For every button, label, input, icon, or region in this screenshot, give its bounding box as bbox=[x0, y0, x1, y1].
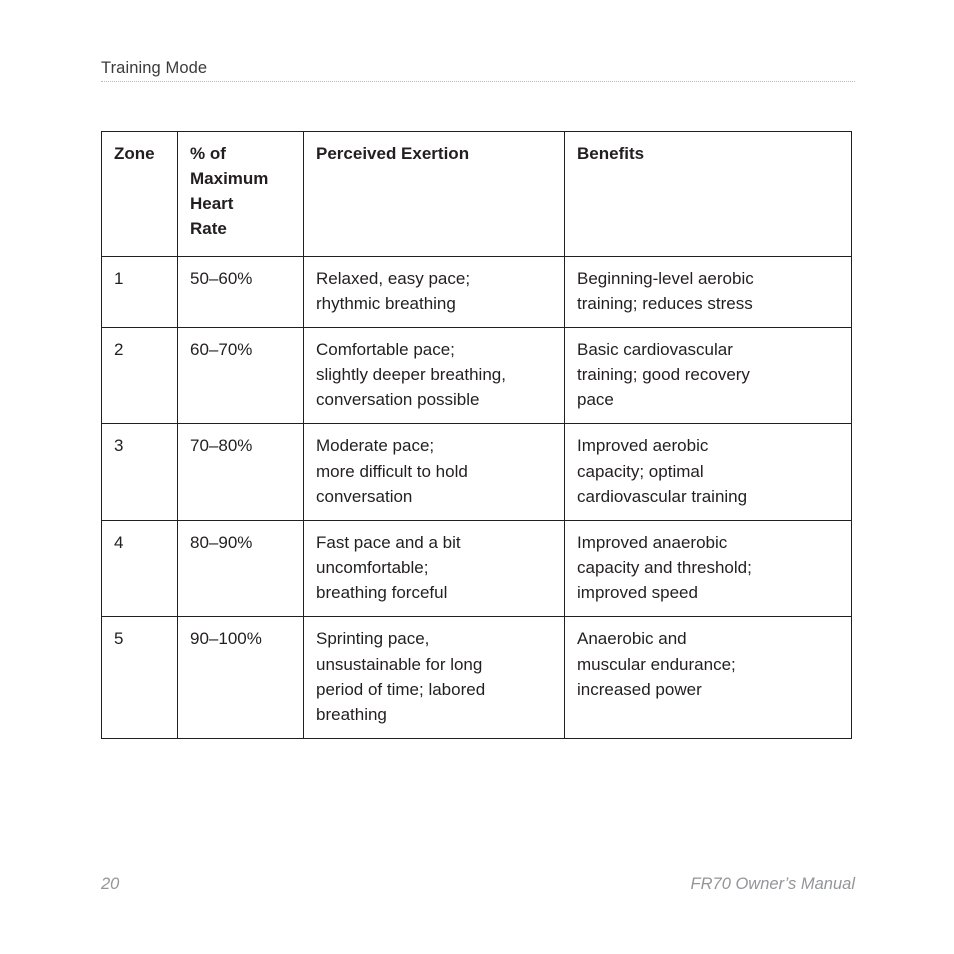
cell-percent-max-hr: 90–100% bbox=[177, 616, 304, 739]
cell-line: training; good recovery bbox=[577, 365, 750, 385]
cell-zone: 1 bbox=[101, 255, 178, 328]
cell-line: 1 bbox=[114, 268, 124, 288]
column-header-percent-line: % of bbox=[190, 144, 226, 163]
cell-line: 60–70% bbox=[190, 339, 253, 359]
cell-line: more difficult to hold bbox=[316, 461, 468, 481]
column-header-zone: Zone bbox=[101, 131, 178, 257]
cell-line: Improved anaerobic bbox=[577, 532, 728, 552]
cell-line: Anaerobic and bbox=[577, 629, 687, 649]
table-body: 1 50–60% Relaxed, easy pace; rhythmic br… bbox=[101, 255, 852, 739]
cell-zone: 3 bbox=[101, 423, 178, 521]
cell-line: Improved aerobic bbox=[577, 436, 709, 456]
cell-line: Sprinting pace, bbox=[316, 629, 430, 649]
cell-line: Relaxed, easy pace; bbox=[316, 268, 471, 288]
table-header-row: Zone % of Maximum Heart Rate Perceived E… bbox=[101, 131, 852, 257]
cell-line: uncomfortable; bbox=[316, 558, 429, 578]
table-row: 4 80–90% Fast pace and a bit uncomfortab… bbox=[101, 519, 852, 618]
cell-line: conversation possible bbox=[316, 390, 480, 410]
cell-zone: 5 bbox=[101, 616, 178, 739]
column-header-zone-line: Zone bbox=[114, 144, 155, 163]
cell-line: Comfortable pace; bbox=[316, 339, 455, 359]
cell-line: conversation bbox=[316, 486, 413, 506]
cell-line: increased power bbox=[577, 679, 702, 699]
cell-perceived-exertion: Fast pace and a bit uncomfortable; breat… bbox=[303, 519, 565, 618]
cell-benefits: Anaerobic and muscular endurance; increa… bbox=[564, 616, 852, 739]
cell-line: 90–100% bbox=[190, 629, 262, 649]
cell-line: Beginning-level aerobic bbox=[577, 268, 754, 288]
cell-percent-max-hr: 60–70% bbox=[177, 326, 304, 425]
column-header-percent-line: Heart bbox=[190, 194, 234, 214]
column-header-percent-line: Maximum bbox=[190, 169, 269, 189]
cell-line: Moderate pace; bbox=[316, 436, 435, 456]
cell-line: capacity; optimal bbox=[577, 461, 704, 481]
column-header-percent-max-hr: % of Maximum Heart Rate bbox=[177, 131, 304, 257]
table-row: 1 50–60% Relaxed, easy pace; rhythmic br… bbox=[101, 255, 852, 328]
cell-line: 70–80% bbox=[190, 436, 253, 456]
cell-percent-max-hr: 80–90% bbox=[177, 519, 304, 618]
column-header-exertion-line: Perceived Exertion bbox=[316, 144, 470, 163]
cell-line: 5 bbox=[114, 629, 124, 649]
column-header-benefits-line: Benefits bbox=[577, 144, 645, 163]
column-header-percent-line: Rate bbox=[190, 219, 227, 239]
header-divider bbox=[101, 81, 855, 83]
cell-benefits: Improved aerobic capacity; optimal cardi… bbox=[564, 423, 852, 521]
cell-percent-max-hr: 50–60% bbox=[177, 255, 304, 328]
cell-zone: 4 bbox=[101, 519, 178, 618]
cell-benefits: Improved anaerobic capacity and threshol… bbox=[564, 519, 852, 618]
running-footer: 20 FR70 Owner’s Manual bbox=[101, 872, 855, 896]
table-header: Zone % of Maximum Heart Rate Perceived E… bbox=[101, 131, 852, 257]
column-header-benefits: Benefits bbox=[564, 131, 852, 257]
cell-perceived-exertion: Moderate pace; more difficult to hold co… bbox=[303, 423, 565, 521]
cell-line: pace bbox=[577, 390, 614, 410]
cell-line: training; reduces stress bbox=[577, 293, 753, 313]
cell-line: 2 bbox=[114, 339, 124, 359]
cell-line: slightly deeper breathing, bbox=[316, 365, 506, 385]
manual-page: Training Mode Zone % of Maximum Heart Ra… bbox=[0, 0, 954, 954]
cell-line: cardiovascular training bbox=[577, 486, 748, 506]
cell-line: capacity and threshold; bbox=[577, 558, 752, 578]
cell-zone: 2 bbox=[101, 326, 178, 425]
page-title: Training Mode bbox=[101, 59, 208, 77]
table-row: 3 70–80% Moderate pace; more difficult t… bbox=[101, 423, 852, 521]
cell-line: breathing bbox=[316, 704, 387, 724]
cell-benefits: Basic cardiovascular training; good reco… bbox=[564, 326, 852, 425]
cell-perceived-exertion: Relaxed, easy pace; rhythmic breathing bbox=[303, 255, 565, 328]
cell-perceived-exertion: Comfortable pace; slightly deeper breath… bbox=[303, 326, 565, 425]
table-row: 5 90–100% Sprinting pace, unsustainable … bbox=[101, 616, 852, 739]
heart-rate-zone-table: Zone % of Maximum Heart Rate Perceived E… bbox=[101, 131, 852, 739]
cell-line: 4 bbox=[114, 532, 124, 552]
cell-line: improved speed bbox=[577, 583, 698, 603]
cell-line: period of time; labored bbox=[316, 679, 486, 699]
cell-line: breathing forceful bbox=[316, 583, 448, 603]
manual-title: FR70 Owner’s Manual bbox=[690, 875, 855, 893]
page-number: 20 bbox=[101, 875, 120, 893]
column-header-perceived-exertion: Perceived Exertion bbox=[303, 131, 565, 257]
cell-line: muscular endurance; bbox=[577, 654, 736, 674]
cell-line: 3 bbox=[114, 436, 124, 456]
cell-line: unsustainable for long bbox=[316, 654, 483, 674]
cell-percent-max-hr: 70–80% bbox=[177, 423, 304, 521]
cell-line: 50–60% bbox=[190, 268, 253, 288]
cell-line: 80–90% bbox=[190, 532, 253, 552]
cell-perceived-exertion: Sprinting pace, unsustainable for long p… bbox=[303, 616, 565, 739]
cell-line: Basic cardiovascular bbox=[577, 339, 733, 359]
cell-benefits: Beginning-level aerobic training; reduce… bbox=[564, 255, 852, 328]
table-row: 2 60–70% Comfortable pace; slightly deep… bbox=[101, 326, 852, 425]
cell-line: rhythmic breathing bbox=[316, 293, 456, 313]
cell-line: Fast pace and a bit bbox=[316, 532, 461, 552]
running-header: Training Mode bbox=[101, 58, 855, 78]
